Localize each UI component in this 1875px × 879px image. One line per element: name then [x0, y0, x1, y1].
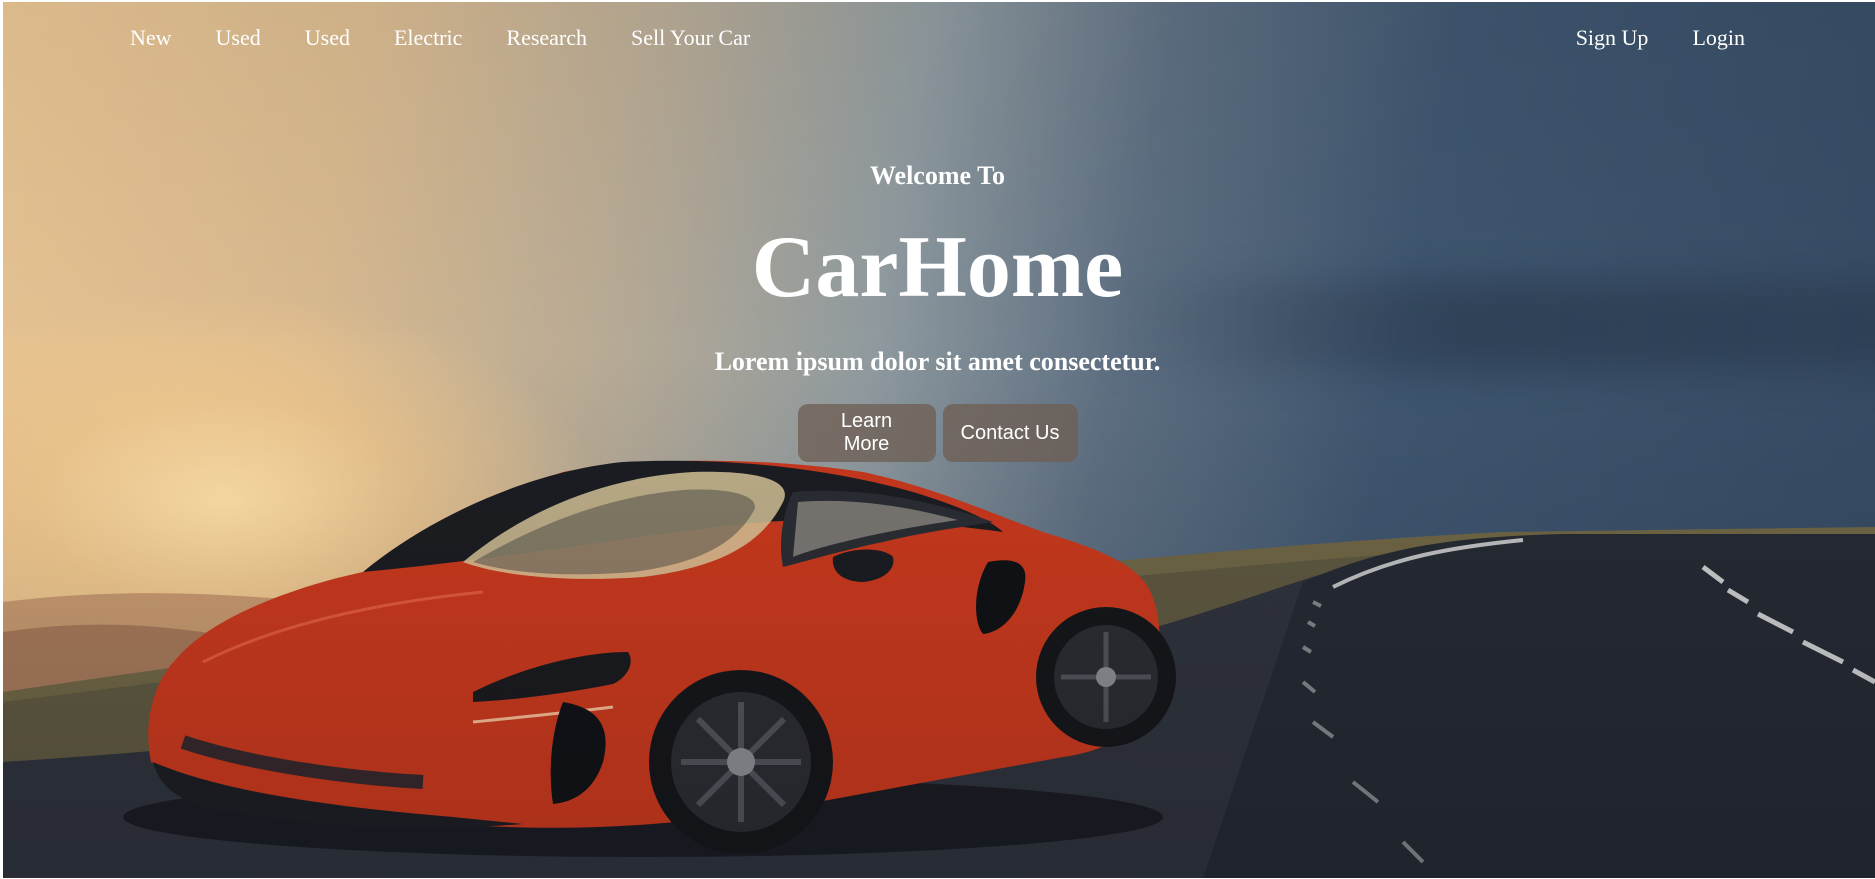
login-link[interactable]: Login	[1692, 22, 1745, 54]
sign-up-link[interactable]: Sign Up	[1576, 22, 1649, 54]
nav-link-electric[interactable]: Electric	[394, 22, 462, 54]
nav-link-sell-your-car[interactable]: Sell Your Car	[631, 22, 750, 54]
learn-more-button[interactable]: Learn More	[797, 404, 936, 462]
cta-button-row: Learn More Contact Us	[0, 404, 1875, 462]
nav-link-used-2[interactable]: Used	[305, 22, 350, 54]
account-nav: Sign Up Login	[1532, 22, 1745, 54]
brand-title: CarHome	[751, 219, 1124, 316]
primary-nav: New Used Used Electric Research Sell You…	[130, 22, 794, 54]
hero-tagline: Lorem ipsum dolor sit amet consectetur.	[714, 347, 1161, 376]
nav-link-research[interactable]: Research	[506, 22, 587, 54]
welcome-heading: Welcome To	[869, 161, 1006, 190]
hero-content: Welcome To CarHome Lorem ipsum dolor sit…	[0, 160, 1875, 462]
nav-link-used[interactable]: Used	[216, 22, 261, 54]
nav-link-new[interactable]: New	[130, 22, 172, 54]
contact-us-button[interactable]: Contact Us	[942, 404, 1078, 462]
